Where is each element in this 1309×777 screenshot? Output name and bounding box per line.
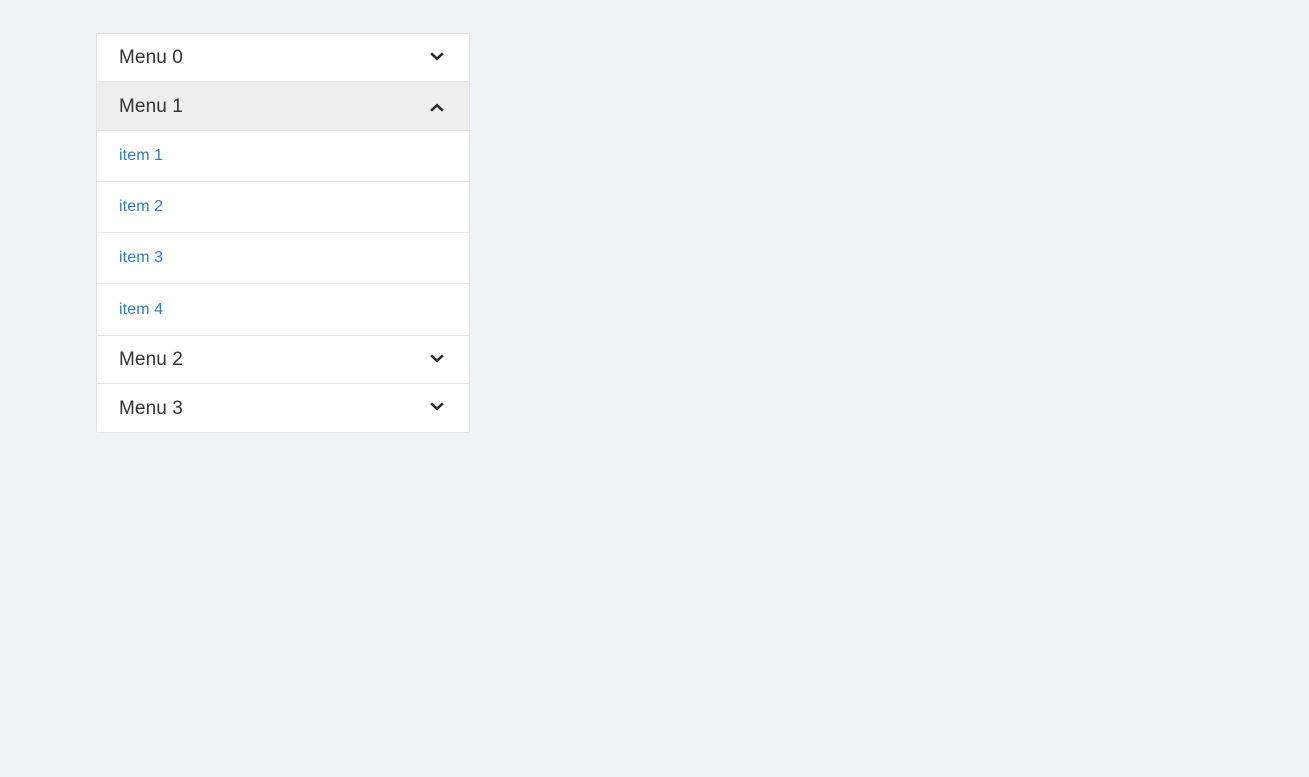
accordion-header-label: Menu 3 [119, 397, 183, 419]
chevron-down-icon[interactable] [425, 348, 449, 372]
accordion-header-menu-1[interactable]: Menu 1 [97, 82, 469, 131]
chevron-down-icon[interactable] [425, 46, 449, 70]
accordion-header-label: Menu 2 [119, 349, 183, 370]
accordion-header-label: Menu 1 [119, 95, 183, 117]
accordion-body-menu-1: item 1 item 2 item 3 item 4 [97, 131, 469, 336]
accordion-panel: Menu 2 [97, 336, 469, 384]
accordion-panel: Menu 3 [97, 384, 469, 432]
accordion-header-menu-2[interactable]: Menu 2 [97, 336, 469, 384]
accordion-panel: Menu 0 [97, 34, 469, 82]
accordion-menu: Menu 0 Menu 1 item 1 item 2 item 3 item … [96, 33, 470, 433]
list-item[interactable]: item 3 [97, 233, 469, 284]
chevron-up-icon[interactable] [425, 94, 449, 118]
accordion-header-label: Menu 0 [119, 47, 183, 68]
list-item[interactable]: item 4 [97, 284, 469, 335]
list-item[interactable]: item 1 [97, 131, 469, 182]
sub-item-link[interactable]: item 3 [119, 250, 163, 266]
list-item[interactable]: item 2 [97, 182, 469, 233]
accordion-header-menu-3[interactable]: Menu 3 [97, 384, 469, 432]
accordion-panel: Menu 1 item 1 item 2 item 3 item 4 [97, 82, 469, 336]
accordion-header-menu-0[interactable]: Menu 0 [97, 34, 469, 82]
chevron-down-icon[interactable] [425, 396, 449, 420]
sub-item-link[interactable]: item 4 [119, 301, 163, 318]
sub-item-link[interactable]: item 2 [119, 199, 163, 215]
sub-item-link[interactable]: item 1 [119, 148, 163, 164]
